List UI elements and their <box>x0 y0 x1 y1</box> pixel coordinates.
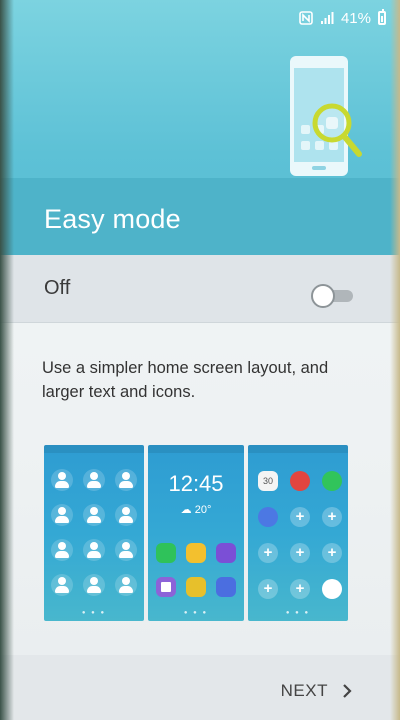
next-button-label: NEXT <box>280 681 328 700</box>
page-indicator: ● ● ● <box>285 610 311 616</box>
signal-icon <box>320 12 334 24</box>
add-slot-icon: + <box>258 579 278 599</box>
battery-icon <box>378 9 386 25</box>
music-app-icon <box>216 577 236 597</box>
apps-grid-icon <box>322 579 342 599</box>
contact-icon <box>51 469 73 491</box>
device-edge-left <box>0 0 14 720</box>
internet-app-icon <box>216 543 236 563</box>
phone-search-icon <box>290 56 362 176</box>
page-title: Easy mode <box>44 204 181 234</box>
contact-icon <box>83 574 105 596</box>
contact-icon <box>83 539 105 561</box>
nfc-icon <box>299 11 313 25</box>
contact-icon <box>83 504 105 526</box>
preview-apps-screen: 30 + + + + + + + ● ● ● <box>248 445 348 621</box>
next-button[interactable]: NEXT <box>281 676 352 706</box>
preview-clock-screen: 12:45 ☁ 20° ● ● ● <box>148 445 244 621</box>
status-bar: 41% <box>299 8 386 28</box>
contact-icon <box>115 574 137 596</box>
contact-icon <box>51 574 73 596</box>
add-slot-icon: + <box>290 579 310 599</box>
calendar-day: 30 <box>262 476 273 486</box>
record-app-icon <box>290 471 310 491</box>
device-edge-right <box>390 0 400 720</box>
contact-icon <box>51 539 73 561</box>
cloud-icon: ☁ <box>180 504 192 516</box>
preview-screens: ● ● ● 12:45 ☁ 20° ● ● ● 30 + + + + + + +… <box>44 445 348 625</box>
add-slot-icon: + <box>290 543 310 563</box>
easy-mode-screen: 41% Easy mode Off Use a simpler home scr… <box>0 0 400 720</box>
description-text: Use a simpler home screen layout, and la… <box>42 359 329 401</box>
preview-contacts-screen: ● ● ● <box>44 445 144 621</box>
add-slot-icon: + <box>290 507 310 527</box>
add-slot-icon: + <box>258 543 278 563</box>
page-indicator: ● ● ● <box>81 610 107 616</box>
clock-time: 12:45 <box>168 471 224 496</box>
add-slot-icon: + <box>322 543 342 563</box>
contact-icon <box>51 504 73 526</box>
gallery-app-icon <box>186 577 206 597</box>
weather-widget: ☁ 20° <box>148 503 244 516</box>
switch-thumb <box>311 284 335 308</box>
messages-app-icon <box>186 543 206 563</box>
page-indicator: ● ● ● <box>183 610 209 616</box>
toggle-state-label: Off <box>44 277 71 299</box>
camera-app-icon <box>156 577 176 597</box>
contact-icon <box>115 539 137 561</box>
add-slot-icon: + <box>322 507 342 527</box>
battery-percent: 41% <box>340 9 371 27</box>
calendar-app-icon: 30 <box>258 471 278 491</box>
easy-mode-switch[interactable] <box>311 284 355 308</box>
add-green-app-icon <box>322 471 342 491</box>
chevron-right-icon <box>343 684 352 698</box>
settings-app-icon <box>258 507 278 527</box>
weather-temperature: 20° <box>194 504 212 516</box>
contact-icon <box>115 469 137 491</box>
phone-app-icon <box>156 543 176 563</box>
contact-icon <box>83 469 105 491</box>
contact-icon <box>115 504 137 526</box>
